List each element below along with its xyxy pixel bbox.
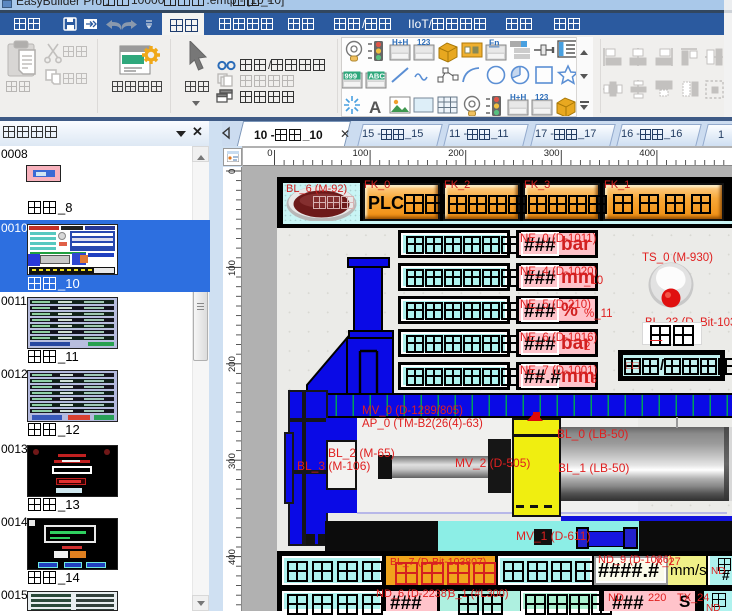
svg-text:H+H: H+H xyxy=(510,93,526,102)
svg-text:ABC: ABC xyxy=(369,72,386,81)
svg-text:0: 0 xyxy=(227,169,238,174)
svg-text:H+H: H+H xyxy=(392,38,408,47)
svg-text:200: 200 xyxy=(227,356,238,372)
svg-text:400: 400 xyxy=(227,549,238,565)
svg-text:123: 123 xyxy=(535,93,549,102)
svg-text:123: 123 xyxy=(417,38,431,47)
svg-text:300: 300 xyxy=(227,453,238,469)
svg-text:Fn: Fn xyxy=(489,38,499,48)
svg-text:A: A xyxy=(369,98,381,116)
svg-text:100: 100 xyxy=(227,260,238,276)
svg-text:999: 999 xyxy=(345,72,358,81)
